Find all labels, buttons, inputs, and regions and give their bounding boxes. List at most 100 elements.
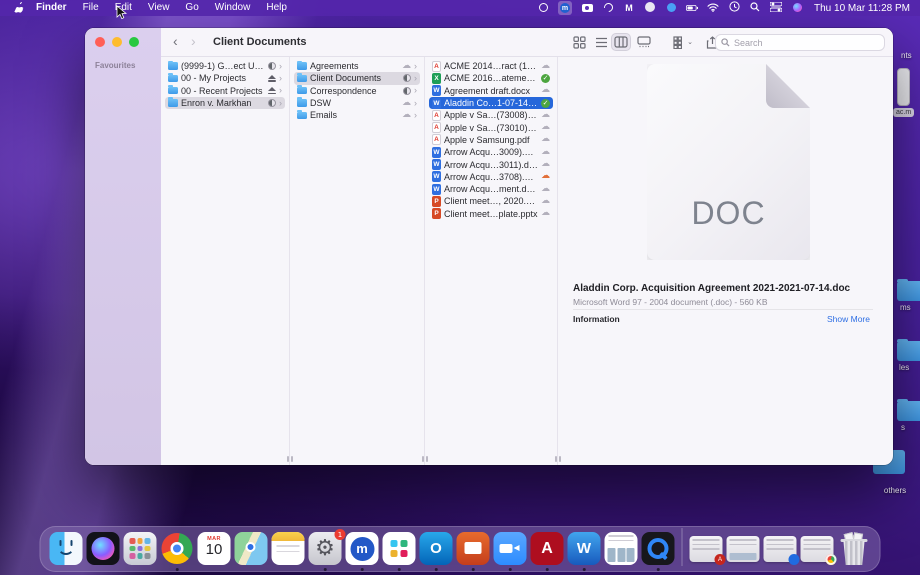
siri-color-icon[interactable] bbox=[791, 1, 803, 15]
menu-bar-left: FinderFileEditViewGoWindowHelp bbox=[10, 0, 295, 16]
folder-row[interactable]: 00 - My Projects› bbox=[165, 72, 285, 84]
folder-row[interactable]: DSW☁› bbox=[294, 97, 420, 109]
time-circle-icon[interactable] bbox=[728, 1, 740, 16]
sync-progress-icon bbox=[268, 62, 276, 70]
dock-acrobat-icon[interactable]: A bbox=[531, 532, 564, 565]
show-more-link[interactable]: Show More bbox=[827, 314, 870, 324]
folder-row[interactable]: (9999-1) G…ect Unicorn› bbox=[165, 60, 285, 72]
gallery-view-icon[interactable] bbox=[634, 33, 654, 51]
desktop-folder-label[interactable]: ms bbox=[900, 303, 911, 312]
column-resize-handle[interactable] bbox=[286, 456, 294, 462]
desktop-folder-icon[interactable] bbox=[897, 401, 920, 421]
pdf-file-icon: A bbox=[432, 122, 441, 133]
group-icon[interactable]: ⌄ bbox=[673, 33, 693, 51]
dock-minimized-window[interactable] bbox=[727, 536, 760, 562]
file-row[interactable]: WArrow Acqu…ment.docx☁ bbox=[429, 183, 553, 195]
dock-chrome-icon[interactable] bbox=[161, 532, 194, 565]
dock-notes-icon[interactable] bbox=[272, 532, 305, 565]
dock-word-icon[interactable]: W bbox=[568, 532, 601, 565]
dock-trash-icon[interactable] bbox=[838, 532, 871, 565]
file-row[interactable]: WArrow Acqu…3009).docx☁ bbox=[429, 146, 553, 158]
dock-settings-icon[interactable]: ⚙1 bbox=[309, 532, 342, 565]
wifi-icon[interactable] bbox=[707, 1, 719, 15]
desktop-folder-icon[interactable] bbox=[897, 341, 920, 361]
desktop-folder-label[interactable]: others bbox=[872, 486, 918, 495]
control-center-icon[interactable] bbox=[770, 1, 782, 15]
list-view-icon[interactable] bbox=[591, 33, 611, 51]
search-input[interactable] bbox=[734, 38, 864, 48]
search-field[interactable] bbox=[715, 34, 885, 51]
menu-item-file[interactable]: File bbox=[75, 2, 107, 13]
file-row[interactable]: AApple v Sa…(73010).pdf☁ bbox=[429, 121, 553, 133]
file-row[interactable]: XACME 2016…atement.xls✓ bbox=[429, 72, 553, 84]
dock-mattermost-icon[interactable]: m bbox=[346, 532, 379, 565]
back-button[interactable]: ‹ bbox=[173, 33, 178, 49]
file-row[interactable]: WAladdin Co…1-07-14.doc✓ bbox=[429, 97, 553, 109]
icloud-status-icon: ☁ bbox=[541, 111, 550, 120]
menu-item-help[interactable]: Help bbox=[258, 2, 295, 13]
desktop-folder-label[interactable]: les bbox=[899, 363, 909, 372]
desktop-device-icon[interactable] bbox=[897, 68, 910, 106]
folder-row[interactable]: Agreements☁› bbox=[294, 60, 420, 72]
folder-label: Enron v. Markhan bbox=[181, 98, 265, 108]
desktop-item-label[interactable]: ac.m bbox=[893, 108, 914, 117]
dock-maps-icon[interactable] bbox=[235, 532, 268, 565]
camera-icon[interactable] bbox=[581, 2, 593, 15]
dock-minimized-window[interactable]: A bbox=[690, 536, 723, 562]
file-row[interactable]: AApple v Sa…(73008).pdf☁ bbox=[429, 109, 553, 121]
file-row[interactable]: WAgreement draft.docx☁ bbox=[429, 85, 553, 97]
file-row[interactable]: AACME 2014…ract (1).pdf☁ bbox=[429, 60, 553, 72]
icons-view-icon[interactable] bbox=[569, 33, 589, 51]
desktop-item-label[interactable]: nts bbox=[901, 51, 912, 60]
file-row[interactable]: PClient meet…, 2020.pptx☁ bbox=[429, 195, 553, 207]
folder-label: 00 - My Projects bbox=[181, 73, 265, 83]
dock-launchpad-icon[interactable] bbox=[124, 532, 157, 565]
dock-zoom-icon[interactable] bbox=[494, 532, 527, 565]
menu-item-view[interactable]: View bbox=[140, 2, 178, 13]
column-resize-handle[interactable] bbox=[421, 456, 429, 462]
folder-row[interactable]: 00 - Recent Projects› bbox=[165, 85, 285, 97]
forward-button[interactable]: › bbox=[191, 33, 196, 49]
dock-finder-icon[interactable] bbox=[50, 532, 83, 565]
dock-photos-icon[interactable] bbox=[605, 532, 638, 565]
minimize-button[interactable] bbox=[112, 37, 122, 47]
dock-remote-desktop-icon[interactable] bbox=[457, 532, 490, 565]
dock-quicktime-icon[interactable] bbox=[642, 532, 675, 565]
desktop-folder-label[interactable]: s bbox=[901, 423, 905, 432]
zoom-button[interactable] bbox=[129, 37, 139, 47]
menu-item-go[interactable]: Go bbox=[177, 2, 206, 13]
file-row[interactable]: WArrow Acqu…3011).docx☁ bbox=[429, 158, 553, 170]
file-row[interactable]: AApple v Samsung.pdf☁ bbox=[429, 134, 553, 146]
folder-row[interactable]: Client Documents› bbox=[294, 72, 420, 84]
dock-calendar-icon[interactable]: MAR10 bbox=[198, 532, 231, 565]
apple-logo-icon[interactable] bbox=[10, 2, 28, 14]
mattermost-icon[interactable]: m bbox=[558, 1, 572, 15]
dock-outlook-icon[interactable]: O bbox=[420, 532, 453, 565]
m-colored-icon[interactable]: M bbox=[623, 2, 635, 14]
folder-icon bbox=[168, 75, 178, 83]
battery-icon[interactable] bbox=[686, 2, 698, 15]
sync-progress-icon bbox=[268, 99, 276, 107]
spiral-icon[interactable] bbox=[602, 1, 614, 15]
dock-slack-icon[interactable] bbox=[383, 532, 416, 565]
dock-siri-icon[interactable] bbox=[87, 532, 120, 565]
dock-minimized-window[interactable] bbox=[764, 536, 797, 562]
folder-row[interactable]: Correspondence› bbox=[294, 85, 420, 97]
github-icon[interactable] bbox=[644, 1, 656, 15]
file-row[interactable]: PClient meet…plate.pptx☁ bbox=[429, 208, 553, 220]
close-button[interactable] bbox=[95, 37, 105, 47]
search-icon[interactable] bbox=[749, 1, 761, 15]
blue-dot-icon[interactable] bbox=[665, 1, 677, 15]
desktop-folder-icon[interactable] bbox=[897, 281, 920, 301]
folder-row[interactable]: Emails☁› bbox=[294, 109, 420, 121]
doc-file-preview-icon[interactable]: DOC bbox=[647, 64, 810, 260]
menu-item-window[interactable]: Window bbox=[207, 2, 259, 13]
menu-item-finder[interactable]: Finder bbox=[28, 2, 75, 13]
columns-view-icon[interactable] bbox=[611, 33, 631, 51]
menu-bar-clock[interactable]: Thu 10 Mar 11:28 PM bbox=[814, 3, 910, 14]
dock-minimized-window[interactable] bbox=[801, 536, 834, 562]
record-icon[interactable] bbox=[537, 1, 549, 15]
folder-row[interactable]: Enron v. Markhan› bbox=[165, 97, 285, 109]
file-row[interactable]: WArrow Acqu…3708).docx☁ bbox=[429, 171, 553, 183]
column-resize-handle[interactable] bbox=[554, 456, 562, 462]
